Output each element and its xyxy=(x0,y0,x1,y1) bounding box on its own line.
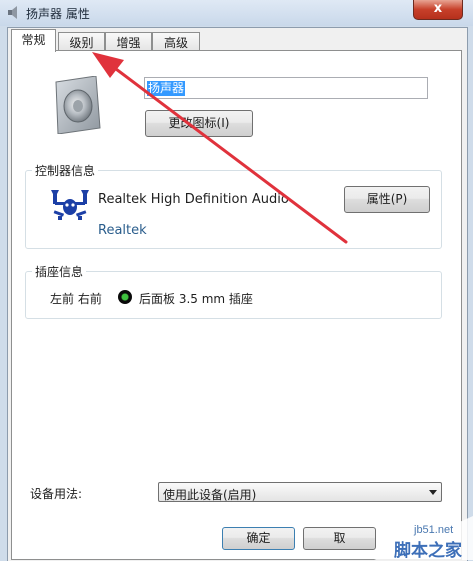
close-icon: x xyxy=(433,1,443,16)
watermark-brand: 脚本之家 xyxy=(394,540,462,560)
controller-vendor: Realtek xyxy=(98,223,147,238)
speaker-icon xyxy=(8,6,17,19)
title-bar: 扬声器 属性 x xyxy=(0,0,473,26)
ok-label: 确定 xyxy=(246,531,271,545)
controller-properties-button[interactable]: 属性(P) xyxy=(344,186,430,213)
cancel-button[interactable]: 取 xyxy=(303,527,376,550)
tab-label: 常规 xyxy=(21,33,46,47)
tab-levels[interactable]: 级别 xyxy=(58,32,105,52)
device-usage-label: 设备用法: xyxy=(30,487,83,501)
tab-enhancements[interactable]: 增强 xyxy=(105,32,152,52)
tab-label: 增强 xyxy=(116,36,141,50)
device-name-input[interactable]: 扬声器 xyxy=(144,77,428,99)
jack-info-title: 插座信息 xyxy=(32,263,87,280)
close-button[interactable]: x xyxy=(413,0,463,20)
realtek-crab-icon xyxy=(51,190,89,220)
tab-label: 级别 xyxy=(69,36,94,50)
jack-channels: 左前 右前 xyxy=(50,292,102,306)
controller-info-title: 控制器信息 xyxy=(32,162,99,179)
tab-label: 高级 xyxy=(163,36,188,50)
device-usage-select[interactable]: 使用此设备(启用) xyxy=(158,482,442,502)
device-usage-value: 使用此设备(启用) xyxy=(163,488,257,502)
properties-label: 属性(P) xyxy=(366,192,408,206)
window-title: 扬声器 属性 xyxy=(26,7,90,21)
jack-location: 后面板 3.5 mm 插座 xyxy=(139,292,253,306)
chevron-down-icon xyxy=(429,490,437,495)
tab-advanced[interactable]: 高级 xyxy=(152,32,200,52)
jack-color-indicator xyxy=(118,290,132,304)
tab-general[interactable]: 常规 xyxy=(11,29,56,52)
change-icon-label: 更改图标(I) xyxy=(168,116,230,130)
cancel-label: 取 xyxy=(333,531,346,545)
change-icon-button[interactable]: 更改图标(I) xyxy=(145,110,253,137)
device-name-value: 扬声器 xyxy=(147,81,186,96)
speaker-device-icon xyxy=(55,76,101,134)
controller-device-name: Realtek High Definition Audio xyxy=(98,192,289,207)
ok-button[interactable]: 确定 xyxy=(222,527,295,550)
watermark-site: jb51.net xyxy=(413,524,453,536)
site-watermark: jb51.net 脚本之家 xyxy=(374,516,473,560)
dialog-body: 常规 级别 增强 高级 扬声器 更改图标(I) 控制器信息 Realtek Hi… xyxy=(7,27,468,561)
